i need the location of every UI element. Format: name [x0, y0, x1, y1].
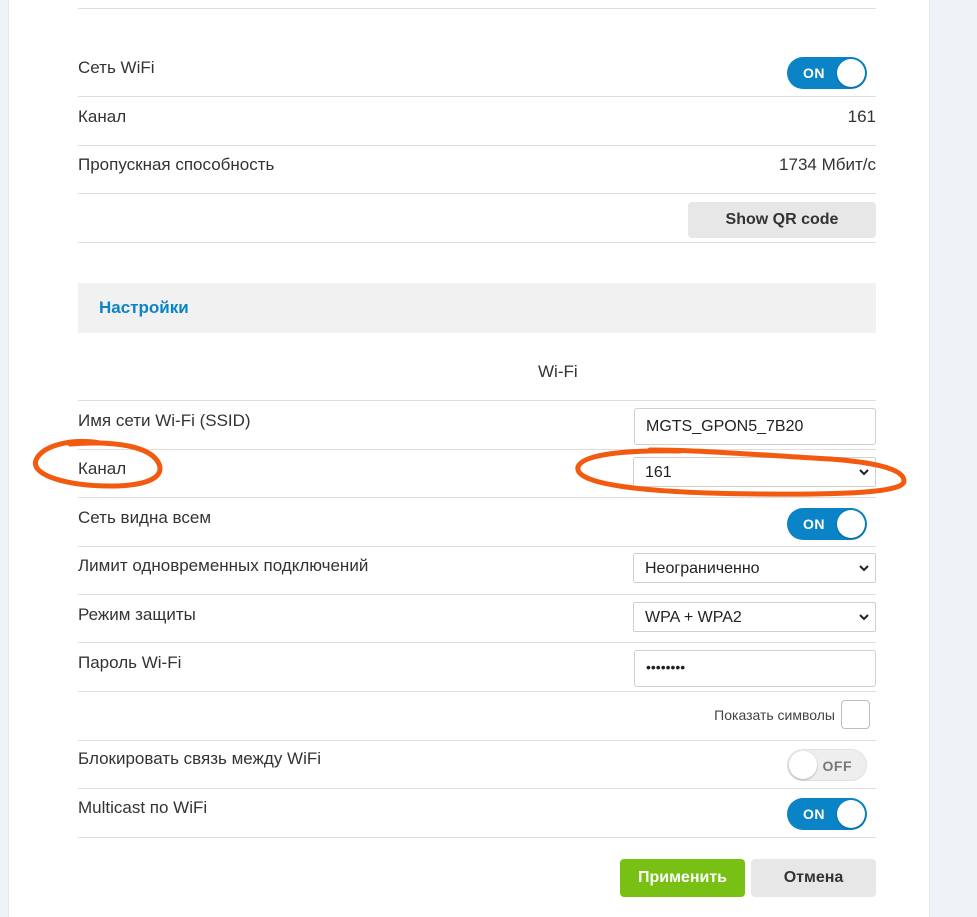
- qr-row: Show QR code: [78, 194, 876, 243]
- bandwidth-label: Пропускная способность: [78, 155, 275, 174]
- security-mode-select[interactable]: WPA + WPA2: [633, 602, 876, 632]
- wifi-status-row: Сеть WiFi ON: [78, 49, 876, 97]
- channel-status-row: Канал 161: [78, 97, 876, 146]
- wifi-network-toggle[interactable]: ON: [787, 57, 867, 89]
- channel-select[interactable]: 161: [633, 457, 876, 487]
- visibility-toggle[interactable]: ON: [787, 508, 867, 540]
- multicast-toggle[interactable]: ON: [787, 798, 867, 830]
- apply-button[interactable]: Применить: [620, 859, 745, 897]
- column-header-row: Wi-Fi: [78, 353, 876, 401]
- settings-section-header: Настройки: [78, 283, 876, 333]
- settings-header-title: Настройки: [99, 298, 189, 317]
- connection-limit-row: Лимит одновременных подключений Неограни…: [78, 547, 876, 595]
- visibility-label: Сеть видна всем: [78, 508, 212, 527]
- show-chars-row: Показать символы: [78, 692, 876, 741]
- toggle-state-text: OFF: [822, 758, 852, 774]
- show-qr-code-button[interactable]: Show QR code: [688, 202, 876, 238]
- cancel-button[interactable]: Отмена: [751, 859, 876, 897]
- security-mode-row: Режим защиты WPA + WPA2: [78, 595, 876, 643]
- connection-limit-label: Лимит одновременных подключений: [78, 556, 369, 575]
- toggle-knob: [789, 751, 817, 779]
- channel-row: Канал 161: [78, 450, 876, 498]
- channel-select-value: 161: [645, 464, 672, 481]
- chevron-down-icon: [859, 469, 869, 476]
- multicast-label: Multicast по WiFi: [78, 798, 208, 817]
- top-divider: [78, 0, 876, 9]
- isolation-toggle[interactable]: OFF: [787, 749, 867, 781]
- toggle-knob: [837, 800, 865, 828]
- wifi-column-header: Wi-Fi: [538, 362, 578, 381]
- channel-status-value: 161: [847, 107, 876, 126]
- multicast-row: Multicast по WiFi ON: [78, 789, 876, 838]
- connection-limit-select[interactable]: Неограниченно: [633, 553, 876, 583]
- chevron-down-icon: [859, 565, 869, 572]
- toggle-knob: [837, 59, 865, 87]
- channel-label: Канал: [78, 459, 127, 478]
- isolation-row: Блокировать связь между WiFi OFF: [78, 741, 876, 789]
- password-input[interactable]: ••••••••: [634, 650, 876, 687]
- security-mode-value: WPA + WPA2: [645, 609, 742, 626]
- wifi-network-label: Сеть WiFi: [78, 58, 155, 77]
- isolation-label: Блокировать связь между WiFi: [78, 749, 322, 768]
- bandwidth-value: 1734 Мбит/с: [779, 155, 876, 174]
- show-chars-label: Показать символы: [714, 707, 835, 723]
- password-input-value: ••••••••: [646, 659, 686, 675]
- ssid-row: Имя сети Wi-Fi (SSID) MGTS_GPON5_7B20: [78, 401, 876, 450]
- toggle-state-text: ON: [803, 516, 825, 532]
- bandwidth-row: Пропускная способность 1734 Мбит/с: [78, 146, 876, 194]
- connection-limit-value: Неограниченно: [645, 560, 760, 577]
- ssid-input-value: MGTS_GPON5_7B20: [646, 418, 804, 435]
- toggle-state-text: ON: [803, 65, 825, 81]
- password-row: Пароль Wi-Fi ••••••••: [78, 643, 876, 692]
- ssid-input[interactable]: MGTS_GPON5_7B20: [634, 408, 876, 445]
- security-mode-label: Режим защиты: [78, 605, 196, 624]
- visibility-row: Сеть видна всем ON: [78, 498, 876, 547]
- password-label: Пароль Wi-Fi: [78, 653, 182, 672]
- toggle-state-text: ON: [803, 806, 825, 822]
- channel-status-label: Канал: [78, 107, 127, 126]
- show-chars-checkbox[interactable]: [841, 700, 870, 729]
- toggle-knob: [837, 510, 865, 538]
- ssid-label: Имя сети Wi-Fi (SSID): [78, 411, 251, 430]
- chevron-down-icon: [859, 614, 869, 621]
- settings-panel: Сеть WiFi ON Канал 161 Пропускная способ…: [8, 0, 930, 917]
